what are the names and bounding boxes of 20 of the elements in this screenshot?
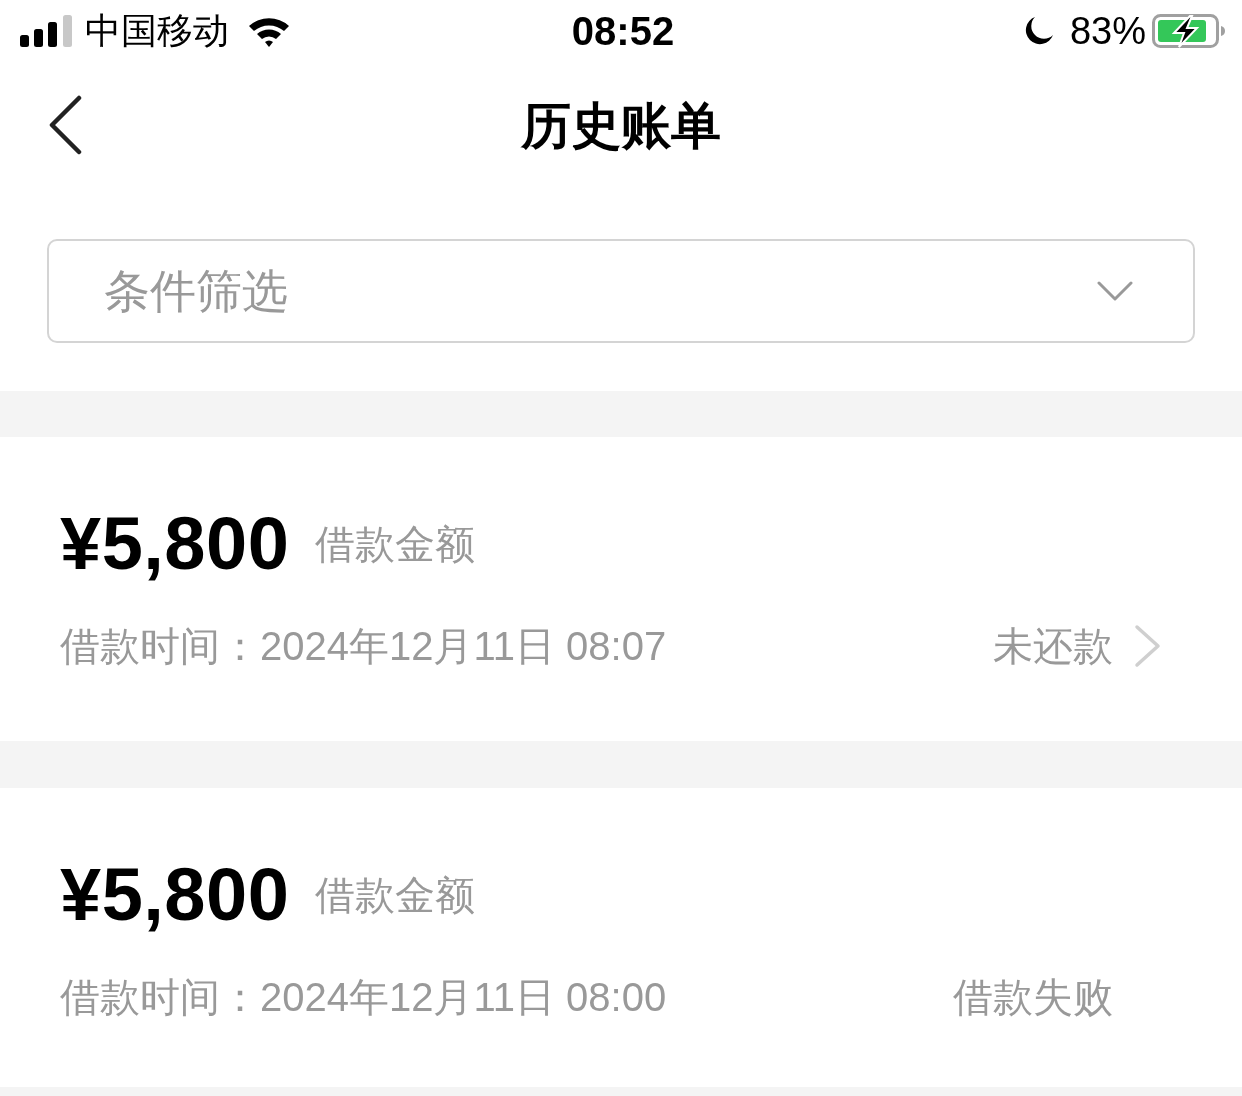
- chevron-left-icon: [47, 95, 83, 155]
- carrier-name: 中国移动: [85, 9, 229, 53]
- bill-card[interactable]: ¥5,800 借款金额 借款时间：2024年12月11日 08:00 借款失败: [0, 788, 1242, 1087]
- moon-icon: [1023, 16, 1054, 46]
- battery-percent: 83%: [1069, 9, 1146, 53]
- loan-time: 借款时间：2024年12月11日 08:07: [60, 623, 668, 670]
- loan-amount: ¥5,800: [60, 855, 290, 935]
- loan-status: 借款失败: [953, 974, 1113, 1021]
- status-time: 08:52: [571, 8, 675, 55]
- battery-charging-icon: [1152, 14, 1226, 48]
- wifi-icon: [247, 15, 291, 47]
- bill-card[interactable]: ¥5,800 借款金额 借款时间：2024年12月11日 08:07 未还款: [0, 437, 1242, 741]
- signal-icon: [20, 15, 72, 47]
- loan-amount: ¥5,800: [60, 504, 290, 584]
- chevron-down-icon: [1097, 281, 1133, 301]
- loan-status: 未还款: [993, 623, 1113, 670]
- amount-label: 借款金额: [315, 872, 476, 919]
- page-title: 历史账单: [521, 97, 721, 156]
- loan-time: 借款时间：2024年12月11日 08:00: [60, 974, 668, 1021]
- amount-label: 借款金额: [315, 521, 476, 568]
